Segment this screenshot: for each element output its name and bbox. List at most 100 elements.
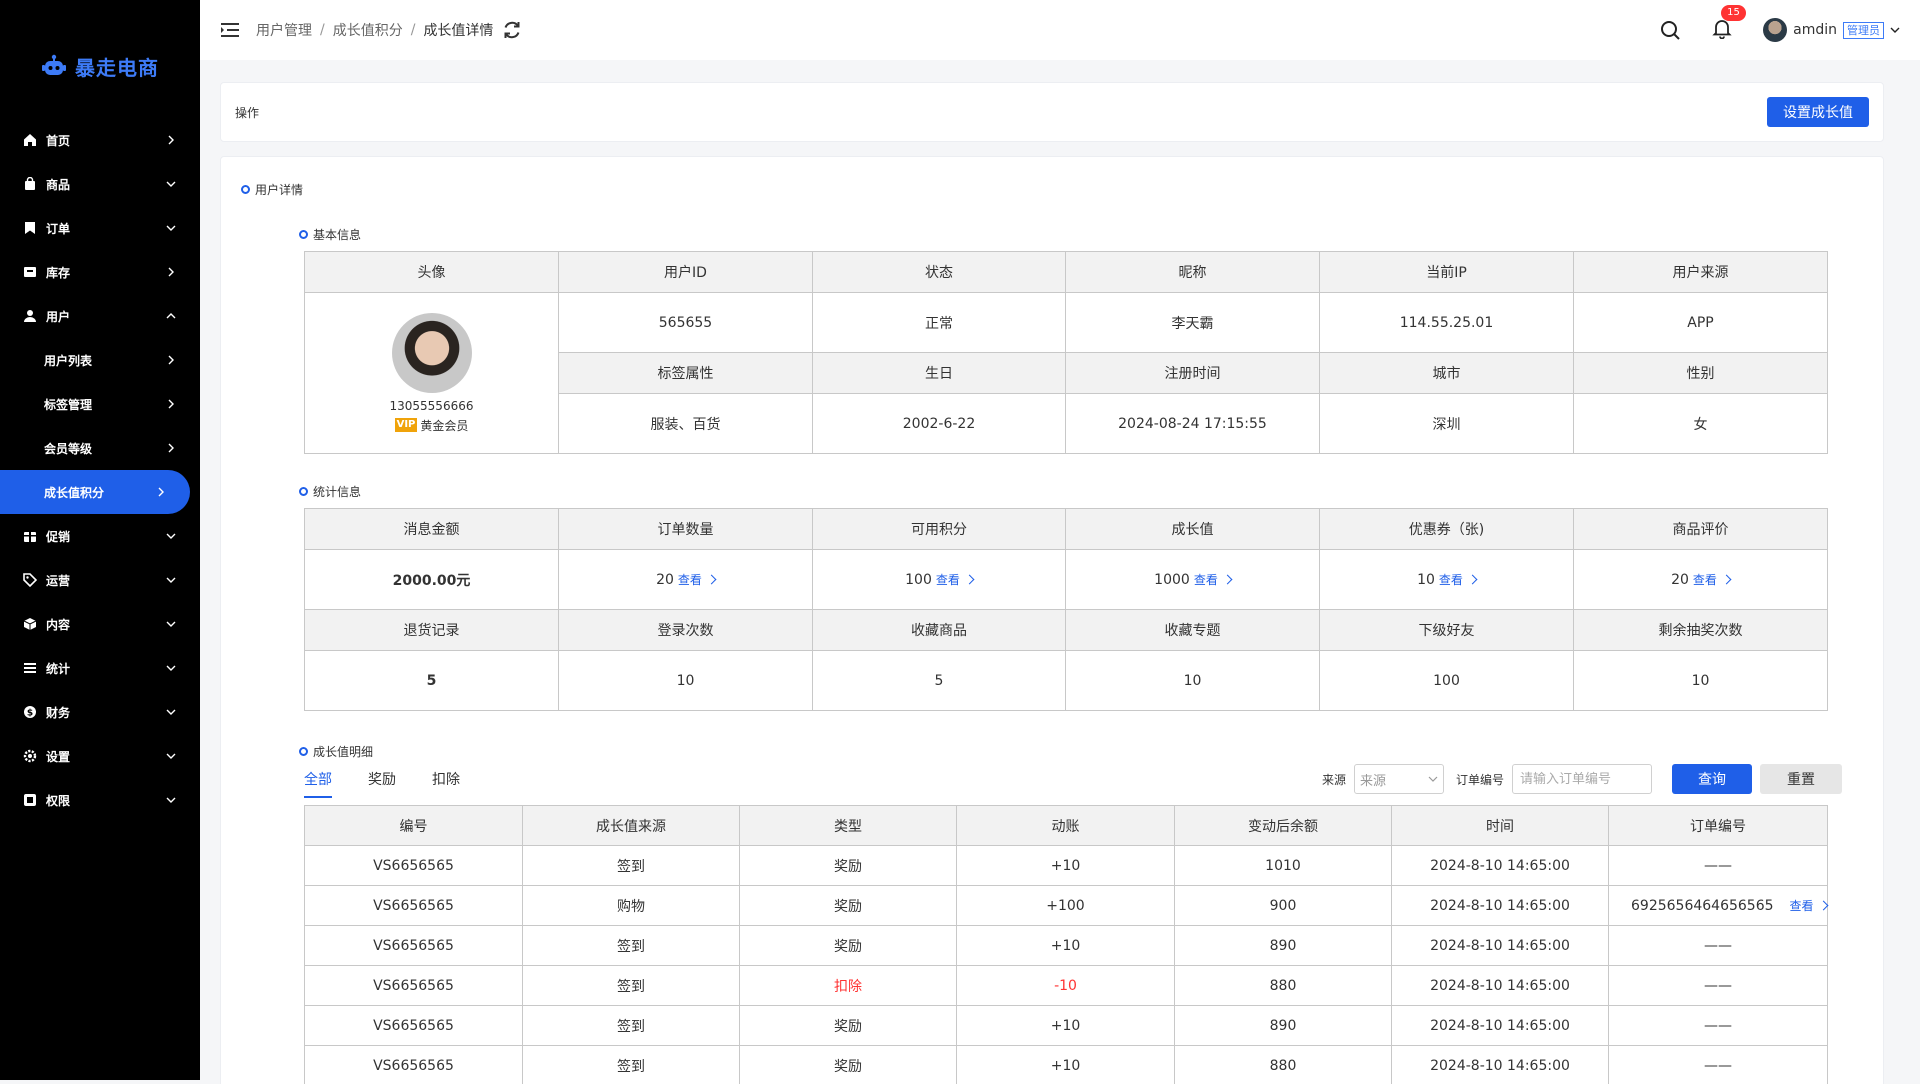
cell-change: -10 xyxy=(956,965,1175,1006)
table-header-row: 退货记录 登录次数 收藏商品 收藏专题 下级好友 剩余抽奖次数 xyxy=(304,609,1828,651)
table-row: VS6656565 签到 奖励 +10 1010 2024-8-10 14:65:00 —— xyxy=(304,845,1828,886)
cell-balance: 890 xyxy=(1174,925,1392,966)
tab-deduct[interactable]: 扣除 xyxy=(432,769,460,798)
chevron-right-icon xyxy=(1818,900,1828,911)
header-time: 时间 xyxy=(1391,805,1609,846)
sidebar-item-member-level[interactable]: 会员等级 xyxy=(0,426,200,470)
box-icon xyxy=(22,264,38,280)
value-birthday: 2002-6-22 xyxy=(812,393,1066,454)
cell-balance-text: 1010 xyxy=(1265,857,1301,874)
sidebar-item-tag-management[interactable]: 标签管理 xyxy=(0,382,200,426)
cell-change: +10 xyxy=(956,1045,1175,1084)
chevron-right-icon xyxy=(164,441,178,455)
set-growth-value-button[interactable]: 设置成长值 xyxy=(1767,97,1869,127)
sidebar-item-permissions[interactable]: 权限 xyxy=(0,778,200,822)
growth-filters: 来源 来源 订单编号 查询 重置 xyxy=(1322,764,1843,794)
cell-id: VS6656565 xyxy=(304,1045,523,1084)
username: amdin xyxy=(1793,22,1837,38)
avatar xyxy=(1763,18,1788,42)
menu-fold-icon[interactable] xyxy=(220,20,240,40)
sidebar-item-label: 会员等级 xyxy=(44,441,93,456)
sidebar-item-label: 用户列表 xyxy=(44,353,93,368)
value-status: 正常 xyxy=(812,292,1066,353)
notification-button[interactable]: 15 xyxy=(1711,5,1746,43)
view-orders-link[interactable]: 查看 xyxy=(678,573,702,587)
sidebar-item-promotion[interactable]: 促销 xyxy=(0,514,200,558)
user-avatar xyxy=(391,312,472,393)
query-button[interactable]: 查询 xyxy=(1672,764,1753,794)
cube-icon xyxy=(22,616,38,632)
sidebar-item-home[interactable]: 首页 xyxy=(0,118,200,162)
gear-icon xyxy=(22,748,38,764)
source-select[interactable]: 来源 xyxy=(1354,764,1445,794)
chevron-right-icon xyxy=(1721,574,1732,585)
view-coupons-link[interactable]: 查看 xyxy=(1439,573,1463,587)
sidebar-item-label: 标签管理 xyxy=(44,397,93,412)
sidebar-item-operations[interactable]: 运营 xyxy=(0,558,200,602)
user-phone: 13055556666 xyxy=(389,398,474,413)
cell-id-text: VS6656565 xyxy=(373,897,454,914)
view-reviews-link[interactable]: 查看 xyxy=(1693,573,1717,587)
cell-balance: 900 xyxy=(1174,885,1392,926)
bookmark-icon xyxy=(22,220,38,236)
sidebar-item-statistics[interactable]: 统计 xyxy=(0,646,200,690)
refresh-icon[interactable] xyxy=(501,19,523,41)
chevron-down-icon xyxy=(164,661,178,675)
section-title-text: 基本信息 xyxy=(313,228,362,242)
sidebar-item-user-list[interactable]: 用户列表 xyxy=(0,338,200,382)
sidebar-item-users[interactable]: 用户 xyxy=(0,294,200,338)
tab-all[interactable]: 全部 xyxy=(304,769,332,798)
cell-source-text: 购物 xyxy=(617,898,645,915)
header-available-points: 可用积分 xyxy=(812,508,1066,550)
sidebar-item-finance[interactable]: $ 财务 xyxy=(0,690,200,734)
breadcrumb-item-user-management[interactable]: 用户管理 xyxy=(256,20,312,40)
header-nickname: 昵称 xyxy=(1065,251,1320,293)
sidebar-item-products[interactable]: 商品 xyxy=(0,162,200,206)
cell-change-text: -10 xyxy=(1054,977,1077,994)
tab-reward[interactable]: 奖励 xyxy=(368,769,396,798)
view-order-link[interactable]: 查看 xyxy=(1790,899,1814,913)
search-icon[interactable] xyxy=(1659,19,1681,41)
reset-button[interactable]: 重置 xyxy=(1760,764,1843,794)
stat-value: 100 xyxy=(905,572,932,588)
table-header-row: 头像 用户ID 状态 昵称 当前IP 用户来源 xyxy=(304,251,1828,293)
section-title-growth-detail: 成长值明细 xyxy=(299,743,373,760)
sidebar-item-content[interactable]: 内容 xyxy=(0,602,200,646)
section-title-user-detail: 用户详情 xyxy=(241,181,303,198)
chevron-down-icon xyxy=(164,573,178,587)
top-header: 用户管理 / 成长值积分 / 成长值详情 15 amdin 管理员 xyxy=(200,0,1920,60)
view-growth-link[interactable]: 查看 xyxy=(1194,573,1218,587)
stats-table: 消息金额 订单数量 可用积分 成长值 优惠券（张) 商品评价 2000.00元 … xyxy=(304,508,1828,711)
cell-time-text: 2024-8-10 14:65:00 xyxy=(1430,937,1570,954)
cell-time: 2024-8-10 14:65:00 xyxy=(1391,965,1609,1006)
header-actions: 15 amdin 管理员 xyxy=(1659,5,1900,43)
section-dot-icon xyxy=(299,747,308,756)
sidebar-item-label: 成长值积分 xyxy=(44,485,105,500)
sidebar-item-orders[interactable]: 订单 xyxy=(0,206,200,250)
view-points-link[interactable]: 查看 xyxy=(936,573,960,587)
value-message-amount: 2000.00元 xyxy=(304,549,559,610)
cell-time: 2024-8-10 14:65:00 xyxy=(1391,1045,1609,1084)
sidebar-item-settings[interactable]: 设置 xyxy=(0,734,200,778)
sidebar-item-growth-points[interactable]: 成长值积分 xyxy=(0,470,190,514)
cell-type: 奖励 xyxy=(739,1005,957,1046)
chevron-right-icon xyxy=(706,574,717,585)
cell-type: 奖励 xyxy=(739,925,957,966)
chevron-right-icon xyxy=(164,397,178,411)
cell-source-text: 签到 xyxy=(617,938,645,955)
user-menu[interactable]: amdin 管理员 xyxy=(1763,18,1900,42)
cell-time: 2024-8-10 14:65:00 xyxy=(1391,845,1609,886)
breadcrumb-separator: / xyxy=(410,22,416,38)
sidebar-item-inventory[interactable]: 库存 xyxy=(0,250,200,294)
value-register-time: 2024-08-24 17:15:55 xyxy=(1065,393,1320,454)
header-id: 编号 xyxy=(304,805,523,846)
chevron-right-icon xyxy=(164,133,178,147)
header-birthday: 生日 xyxy=(812,352,1066,394)
cell-type-text: 奖励 xyxy=(834,1018,862,1035)
breadcrumb-separator: / xyxy=(320,22,325,38)
cell-id: VS6656565 xyxy=(304,925,523,966)
cell-time: 2024-8-10 14:65:00 xyxy=(1391,925,1609,966)
breadcrumb-item-growth-points[interactable]: 成长值积分 xyxy=(333,20,403,40)
order-number-input[interactable] xyxy=(1512,764,1653,794)
value-user-id: 565655 xyxy=(558,292,813,353)
